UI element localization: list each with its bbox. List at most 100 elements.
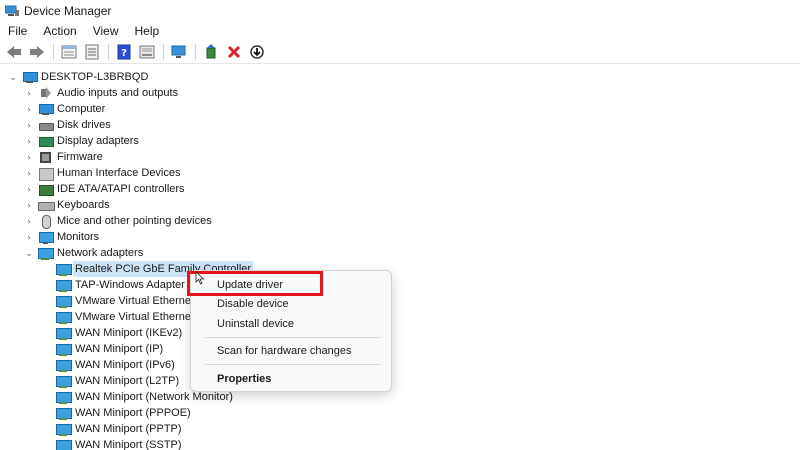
speaker-icon [38,86,53,100]
disk-drive-icon [38,119,54,132]
network-adapter-icon [56,327,72,340]
tree-category[interactable]: › Disk drives [24,117,111,133]
menu-help[interactable]: Help [127,22,168,40]
tree-category-label: Display adapters [57,135,139,147]
tree-category[interactable]: › Firmware [24,149,103,165]
network-adapter-icon [56,263,72,276]
chevron-down-icon[interactable]: ⌄ [24,245,34,261]
tree-category[interactable]: › IDE ATA/ATAPI controllers [24,181,185,197]
chevron-right-icon[interactable]: › [24,85,34,101]
tree-category[interactable]: › Display adapters [24,133,139,149]
tree-device[interactable]: WAN Miniport (PPPOE) [56,405,191,421]
tree-category[interactable]: › Keyboards [24,197,110,213]
print-icon[interactable] [137,42,157,62]
tree-device[interactable]: VMware Virtual Etherne [56,309,191,325]
tree-device-label: TAP-Windows Adapter V [75,279,196,291]
context-menu: Update driver Disable device Uninstall d… [190,270,392,392]
menu-properties[interactable]: Properties [217,370,271,388]
tree-category-label: Firmware [57,151,103,163]
tree-device[interactable]: WAN Miniport (IKEv2) [56,325,182,341]
chevron-down-icon[interactable]: ⌄ [8,69,18,85]
tree-category-label: Keyboards [57,199,110,211]
tree-device[interactable]: WAN Miniport (IPv6) [56,357,175,373]
network-adapter-icon [56,391,72,404]
menu-view[interactable]: View [85,22,127,40]
tree-category-label: Monitors [57,231,100,243]
tree-category[interactable]: › Monitors [24,229,99,245]
network-adapter-icon [56,311,72,324]
tree-device[interactable]: WAN Miniport (PPTP) [56,421,182,437]
menu-update-driver[interactable]: Update driver [217,276,283,294]
tree-category[interactable]: › Human Interface Devices [24,165,181,181]
tree-device[interactable]: TAP-Windows Adapter V [56,277,195,293]
menu-uninstall-device[interactable]: Uninstall device [217,315,294,333]
svg-text:?: ? [121,48,127,59]
menu-bar: File Action View Help [0,22,800,40]
update-driver-icon[interactable] [201,42,221,62]
toolbar-separator [108,43,109,60]
tree-category-label: Mice and other pointing devices [57,215,212,227]
toolbar: ? [0,40,800,64]
keyboard-icon [38,199,55,212]
tree-category-label: Human Interface Devices [57,167,181,179]
uninstall-icon[interactable] [224,42,244,62]
tree-device[interactable]: WAN Miniport (SSTP) [56,437,182,450]
tree-root[interactable]: ⌄ DESKTOP-L3BRBQD [8,69,148,85]
network-adapter-icon [56,343,72,356]
toolbar-separator [163,43,164,60]
chevron-right-icon[interactable]: › [24,165,34,181]
tree-category[interactable]: › Audio inputs and outputs [24,85,178,101]
chevron-right-icon[interactable]: › [24,117,34,133]
network-adapter-icon [56,375,72,388]
tree-category-label: Network adapters [57,247,144,259]
mouse-icon [38,214,53,229]
tree-device-label: VMware Virtual Ethernet [75,295,195,307]
mouse-cursor-icon [195,271,205,288]
network-adapter-icon [56,279,72,292]
network-adapter-icon [56,423,72,436]
show-hide-icon[interactable] [82,42,102,62]
computer-icon [38,103,54,116]
back-arrow-icon[interactable] [4,42,24,62]
tree-category[interactable]: › Mice and other pointing devices [24,213,212,229]
menu-scan-hardware[interactable]: Scan for hardware changes [217,342,352,360]
tree-device-label: WAN Miniport (IP) [75,343,164,355]
tree-device-label: VMware Virtual Etherne [75,311,191,323]
chevron-right-icon[interactable]: › [24,149,34,165]
help-icon[interactable]: ? [114,42,134,62]
tree-device[interactable]: WAN Miniport (IP) [56,341,163,357]
forward-arrow-icon[interactable] [27,42,47,62]
tree-device-label: WAN Miniport (SSTP) [75,439,182,450]
network-adapter-icon [56,359,72,372]
menu-separator [205,337,381,338]
tree-device-label: WAN Miniport (IPv6) [75,359,175,371]
tree-category[interactable]: › Computer [24,101,106,117]
menu-file[interactable]: File [0,22,35,40]
chevron-right-icon[interactable]: › [24,133,34,149]
menu-separator [205,364,381,365]
disable-icon[interactable] [247,42,267,62]
display-adapter-icon [38,135,54,148]
tree-category-network[interactable]: ⌄ Network adapters [24,245,143,261]
tree-device-label: WAN Miniport (PPTP) [75,423,182,435]
chevron-right-icon[interactable]: › [24,229,34,245]
chevron-right-icon[interactable]: › [24,213,34,229]
tree-device[interactable]: WAN Miniport (L2TP) [56,373,179,389]
tree-device[interactable]: VMware Virtual Ethernet [56,293,194,309]
ide-controller-icon [38,183,54,196]
scan-hardware-icon[interactable] [169,42,189,62]
network-adapter-icon [38,247,54,260]
tree-device-label: WAN Miniport (PPPOE) [75,407,191,419]
tree-category-label: IDE ATA/ATAPI controllers [57,183,185,195]
toolbar-separator [53,43,54,60]
hid-icon [38,167,54,181]
network-adapter-icon [56,295,72,308]
menu-action[interactable]: Action [35,22,84,40]
menu-disable-device[interactable]: Disable device [217,295,289,313]
properties-icon[interactable] [59,42,79,62]
chevron-right-icon[interactable]: › [24,101,34,117]
tree-category-label: Disk drives [57,119,111,131]
chevron-right-icon[interactable]: › [24,181,34,197]
chevron-right-icon[interactable]: › [24,197,34,213]
window-title: Device Manager [24,4,112,18]
